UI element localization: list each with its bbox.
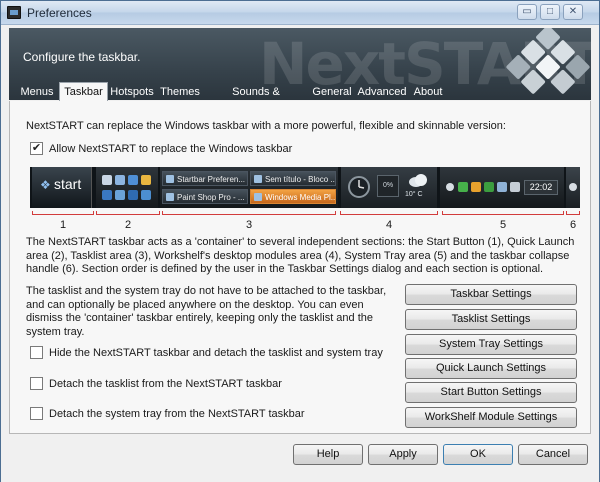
computer-icon — [128, 190, 138, 200]
mail-icon — [115, 190, 125, 200]
weather-cloud-icon — [409, 174, 427, 187]
tray-arrow-icon — [446, 183, 454, 191]
system-tray-settings-button[interactable]: System Tray Settings — [405, 334, 577, 355]
task-item: Sem título - Bloco ... — [250, 171, 336, 186]
taskbar-tab-panel: NextSTART can replace the Windows taskba… — [9, 101, 591, 434]
preview-system-tray: 22:02 — [440, 167, 564, 208]
section-marker — [96, 211, 160, 215]
taskbar-preview: ❖ start Startbar Preferen... Sem título … — [30, 167, 580, 208]
preview-collapse-handle — [566, 167, 580, 208]
allow-replace-label: Allow NextSTART to replace the Windows t… — [49, 142, 293, 155]
tab-about[interactable]: About — [409, 84, 447, 101]
hide-taskbar-row[interactable]: Hide the NextSTART taskbar and detach th… — [30, 346, 383, 359]
maximize-button[interactable]: □ — [540, 4, 560, 20]
detach-description: The tasklist and the system tray do not … — [26, 285, 387, 338]
workshelf-module-settings-button[interactable]: WorkShelf Module Settings — [405, 407, 577, 428]
tab-sounds-animations[interactable]: Sounds & Animations — [205, 84, 307, 115]
section-marker — [340, 211, 438, 215]
banner-subtitle: Configure the taskbar. — [23, 50, 141, 64]
messenger-icon — [141, 190, 151, 200]
minimize-button[interactable]: ▭ — [517, 4, 537, 20]
tray-clock: 22:02 — [524, 180, 558, 195]
section-number-4: 4 — [385, 219, 393, 231]
apply-button[interactable]: Apply — [368, 444, 438, 465]
clock-widget-icon — [348, 176, 370, 198]
window-icon — [115, 175, 125, 185]
cancel-button[interactable]: Cancel — [518, 444, 588, 465]
windows-logo-icon: ❖ — [40, 178, 51, 192]
preview-start-button: ❖ start — [32, 167, 92, 208]
browser-icon — [128, 175, 138, 185]
intro-text: NextSTART can replace the Windows taskba… — [26, 120, 506, 132]
preview-tasklist: Startbar Preferen... Sem título - Bloco … — [160, 167, 338, 208]
detach-tasklist-row[interactable]: Detach the tasklist from the NextSTART t… — [30, 377, 282, 390]
section-marker — [566, 211, 580, 215]
sections-description: The NextSTART taskbar acts as a 'contain… — [26, 236, 575, 275]
start-button-settings-button[interactable]: Start Button Settings — [405, 382, 577, 403]
taskbar-settings-button[interactable]: Taskbar Settings — [405, 284, 577, 305]
section-number-1: 1 — [59, 219, 67, 231]
detach-tasklist-checkbox[interactable] — [30, 377, 43, 390]
tab-menus[interactable]: Menus — [15, 84, 59, 101]
folder-icon — [141, 175, 151, 185]
section-marker — [162, 211, 336, 215]
minimize-icon: ▭ — [522, 6, 532, 17]
task-item: Paint Shop Pro - ... — [162, 189, 248, 204]
window-title: Preferences — [27, 6, 92, 20]
task-item: Startbar Preferen... — [162, 171, 248, 186]
network-icon — [497, 182, 507, 192]
preview-quick-launch — [96, 167, 158, 208]
task-item-active: Windows Media Pl... — [250, 189, 336, 204]
volume-icon — [510, 182, 520, 192]
tab-taskbar[interactable]: Taskbar — [59, 82, 108, 101]
allow-replace-checkbox[interactable]: ✔ — [30, 142, 43, 155]
hide-taskbar-label: Hide the NextSTART taskbar and detach th… — [49, 346, 383, 359]
close-button[interactable]: ✕ — [563, 4, 583, 20]
tray-app-icon — [458, 182, 468, 192]
title-bar[interactable]: Preferences ▭ □ ✕ — [1, 1, 599, 25]
section-number-3: 3 — [245, 219, 253, 231]
ok-button[interactable]: OK — [443, 444, 513, 465]
help-button[interactable]: Help — [293, 444, 363, 465]
detach-tray-row[interactable]: Detach the system tray from the NextSTAR… — [30, 407, 305, 420]
tasklist-settings-button[interactable]: Tasklist Settings — [405, 309, 577, 330]
tab-hotspots[interactable]: Hotspots — [109, 84, 155, 101]
detach-tasklist-label: Detach the tasklist from the NextSTART t… — [49, 377, 282, 390]
detach-tray-label: Detach the system tray from the NextSTAR… — [49, 407, 305, 420]
section-number-2: 2 — [124, 219, 132, 231]
tab-strip: Menus Taskbar Hotspots Themes Sounds & A… — [9, 82, 591, 115]
tab-themes[interactable]: Themes — [157, 84, 203, 101]
cpu-widget: 0% — [377, 175, 399, 197]
dialog-footer: Help Apply OK Cancel — [1, 435, 599, 482]
tray-app-icon — [484, 182, 494, 192]
section-marker — [32, 211, 94, 215]
tab-advanced[interactable]: Advanced — [357, 84, 407, 101]
collapse-handle-icon — [569, 183, 577, 191]
section-number-6: 6 — [569, 219, 577, 231]
section-marker — [442, 211, 564, 215]
preferences-window: Preferences ▭ □ ✕ NextSTART Configure th… — [0, 0, 600, 482]
weather-temp: 10° C — [405, 191, 423, 198]
desktop-icon — [102, 175, 112, 185]
maximize-icon: □ — [546, 6, 554, 17]
app-icon — [7, 6, 21, 19]
close-icon: ✕ — [568, 6, 578, 17]
media-icon — [102, 190, 112, 200]
section-number-5: 5 — [499, 219, 507, 231]
tray-app-icon — [471, 182, 481, 192]
start-label: start — [54, 176, 82, 192]
preview-workshelf: 0% 10° C — [341, 167, 437, 208]
tab-general[interactable]: General — [309, 84, 355, 101]
quick-launch-settings-button[interactable]: Quick Launch Settings — [405, 358, 577, 379]
allow-replace-row[interactable]: ✔ Allow NextSTART to replace the Windows… — [30, 142, 292, 155]
hide-taskbar-checkbox[interactable] — [30, 346, 43, 359]
detach-tray-checkbox[interactable] — [30, 407, 43, 420]
